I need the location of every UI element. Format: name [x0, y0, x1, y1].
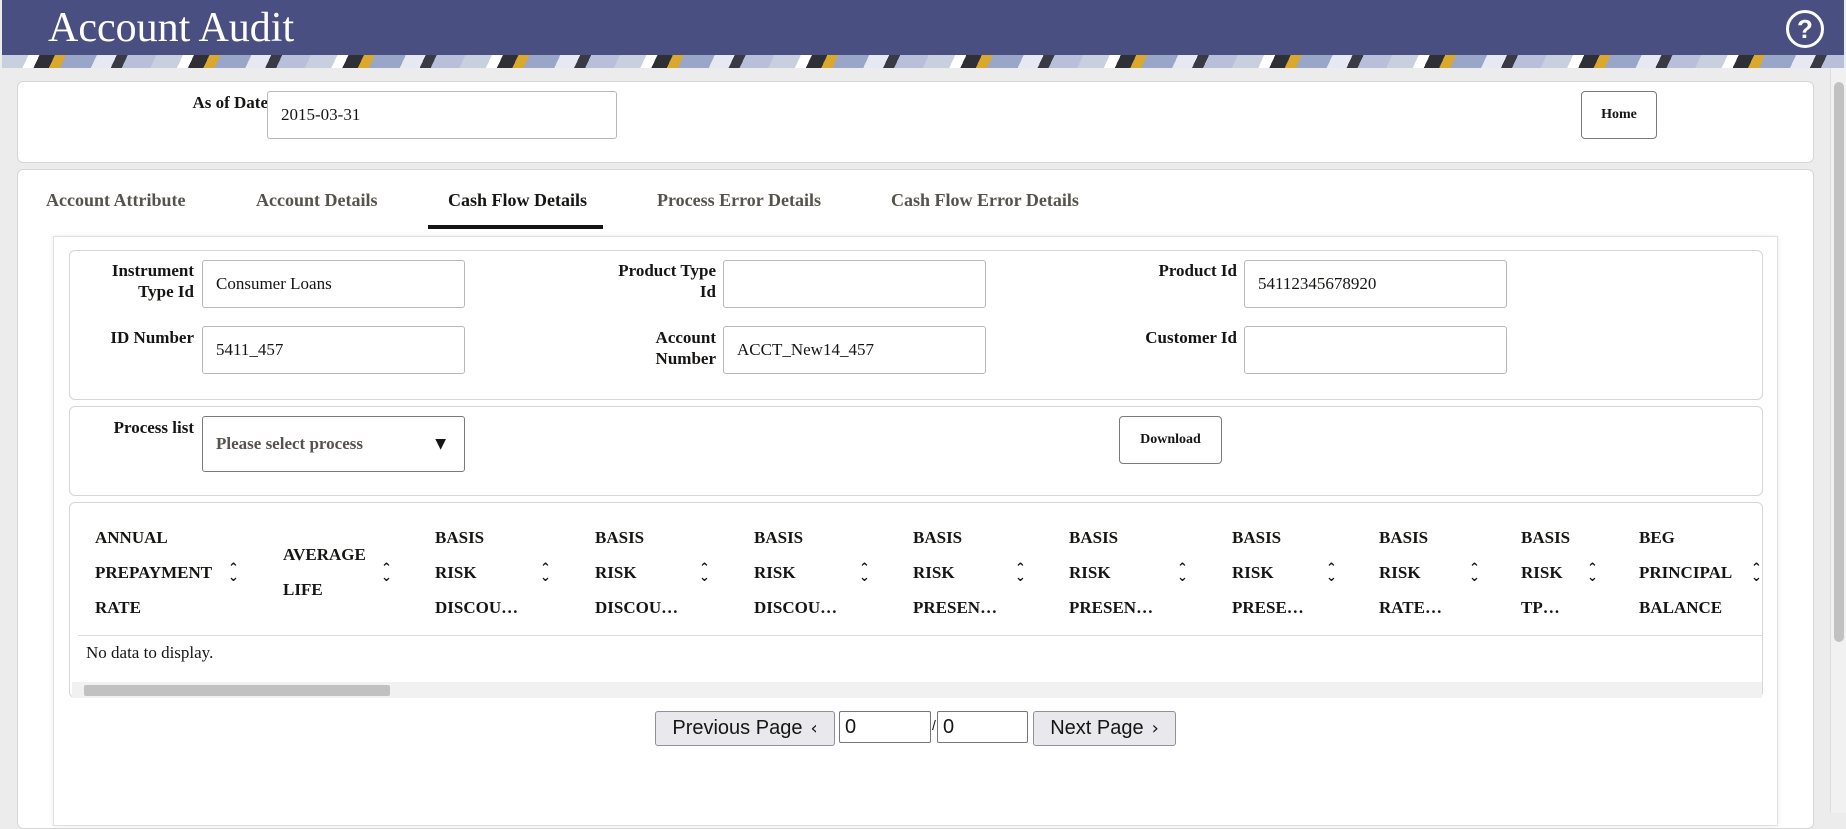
download-button[interactable]: Download [1119, 416, 1222, 464]
col-header-basis-risk-tp[interactable]: BASIS RISK TP… ⌃ ⌄ [1521, 520, 1598, 625]
process-list-label: Process list [113, 418, 194, 437]
app-header: Account Audit ? [2, 0, 1844, 68]
col-header-basis-risk-rate[interactable]: BASIS RISK RATE… ⌃ ⌄ [1379, 520, 1480, 625]
home-button[interactable]: Home [1581, 91, 1657, 139]
tab-account-attribute[interactable]: Account Attribute [46, 190, 185, 211]
instrument-type-id-label: Instrument Type Id [111, 261, 194, 301]
col-header-basis-risk-present-2[interactable]: BASIS RISK PRESEN… ⌃ ⌄ [1069, 520, 1188, 625]
sort-icon[interactable]: ⌃ ⌄ [1469, 562, 1481, 584]
customer-id-label: Customer Id [1145, 328, 1237, 347]
account-number-field[interactable]: ACCT_New14_457 [723, 326, 986, 374]
col-header-basis-risk-present-1[interactable]: BASIS RISK PRESEN… ⌃ ⌄ [913, 520, 1026, 625]
product-type-id-field[interactable] [723, 260, 986, 308]
sort-icon[interactable]: ⌃ ⌄ [1587, 562, 1599, 584]
chevron-left-icon: ‹ [810, 718, 818, 739]
page-separator: / [932, 717, 936, 733]
col-header-average-life[interactable]: AVERAGE LIFE ⌃ ⌄ [283, 537, 392, 607]
current-page-input[interactable]: 0 [839, 711, 931, 743]
page-vertical-scrollbar[interactable] [1830, 68, 1846, 813]
account-number-label: Account Number [655, 328, 716, 368]
as-of-date-label: As of Date [192, 93, 268, 112]
process-section: Process list Please select process ▼ Dow… [69, 406, 1763, 496]
sort-icon[interactable]: ⌃ ⌄ [381, 562, 393, 584]
page-title: Account Audit [48, 5, 295, 51]
sort-icon[interactable]: ⌃ ⌄ [1326, 562, 1338, 584]
id-number-field[interactable]: 5411_457 [202, 326, 465, 374]
tab-cash-flow-details[interactable]: Cash Flow Details [448, 190, 587, 211]
chevron-right-icon: › [1151, 718, 1159, 739]
next-page-label: Next Page [1050, 717, 1144, 739]
empty-message: No data to display. [86, 643, 214, 662]
id-number-label: ID Number [110, 328, 194, 347]
sort-icon[interactable]: ⌃ ⌄ [1015, 562, 1027, 584]
process-select[interactable]: Please select process ▼ [202, 416, 465, 472]
scrollbar-thumb[interactable] [1834, 82, 1844, 642]
product-type-id-label: Product Type Id [618, 261, 716, 301]
filter-panel: As of Date 2015-03-31 Home [17, 81, 1814, 163]
sort-icon[interactable]: ⌃ ⌄ [699, 562, 711, 584]
tab-cash-flow-error-details[interactable]: Cash Flow Error Details [891, 190, 1079, 211]
tab-account-details[interactable]: Account Details [256, 190, 377, 211]
col-header-basis-risk-discount-3[interactable]: BASIS RISK DISCOU… ⌃ ⌄ [754, 520, 870, 625]
previous-page-button[interactable]: Previous Page ‹ [655, 711, 835, 746]
sort-icon[interactable]: ⌃ ⌄ [1751, 562, 1763, 584]
active-tab-indicator [428, 225, 603, 229]
col-header-annual-prepayment-rate[interactable]: ANNUAL PREPAYMENT RATE ⌃ ⌄ [95, 520, 239, 625]
col-header-basis-risk-discount-1[interactable]: BASIS RISK DISCOU… ⌃ ⌄ [435, 520, 551, 625]
product-id-label: Product Id [1158, 261, 1237, 280]
table-horizontal-scrollbar[interactable] [72, 682, 1762, 698]
previous-page-label: Previous Page [672, 717, 803, 739]
as-of-date-field[interactable]: 2015-03-31 [267, 91, 617, 139]
header-decorative-band [2, 55, 1844, 68]
sort-icon[interactable]: ⌃ ⌄ [859, 562, 871, 584]
product-id-field[interactable]: 54112345678920 [1244, 260, 1507, 308]
col-header-basis-risk-present-3[interactable]: BASIS RISK PRESE… ⌃ ⌄ [1232, 520, 1337, 625]
sort-icon[interactable]: ⌃ ⌄ [540, 562, 552, 584]
customer-id-field[interactable] [1244, 326, 1507, 374]
tab-process-error-details[interactable]: Process Error Details [657, 190, 821, 211]
sort-icon[interactable]: ⌃ ⌄ [228, 562, 240, 584]
col-header-basis-risk-discount-2[interactable]: BASIS RISK DISCOU… ⌃ ⌄ [595, 520, 710, 625]
scrollbar-thumb[interactable] [84, 685, 390, 696]
total-pages-input: 0 [937, 711, 1028, 743]
process-select-placeholder: Please select process [216, 434, 363, 453]
instrument-type-id-field[interactable]: Consumer Loans [202, 260, 465, 308]
sort-icon[interactable]: ⌃ ⌄ [1177, 562, 1189, 584]
col-header-beg-principal-balance[interactable]: BEG PRINCIPAL BALANCE ⌃ ⌄ [1639, 520, 1762, 625]
table-header-divider [78, 635, 1762, 636]
next-page-button[interactable]: Next Page › [1033, 711, 1176, 746]
help-icon[interactable]: ? [1786, 10, 1824, 48]
account-details-section: Instrument Type Id Consumer Loans Produc… [69, 250, 1763, 400]
caret-down-icon: ▼ [435, 436, 446, 452]
